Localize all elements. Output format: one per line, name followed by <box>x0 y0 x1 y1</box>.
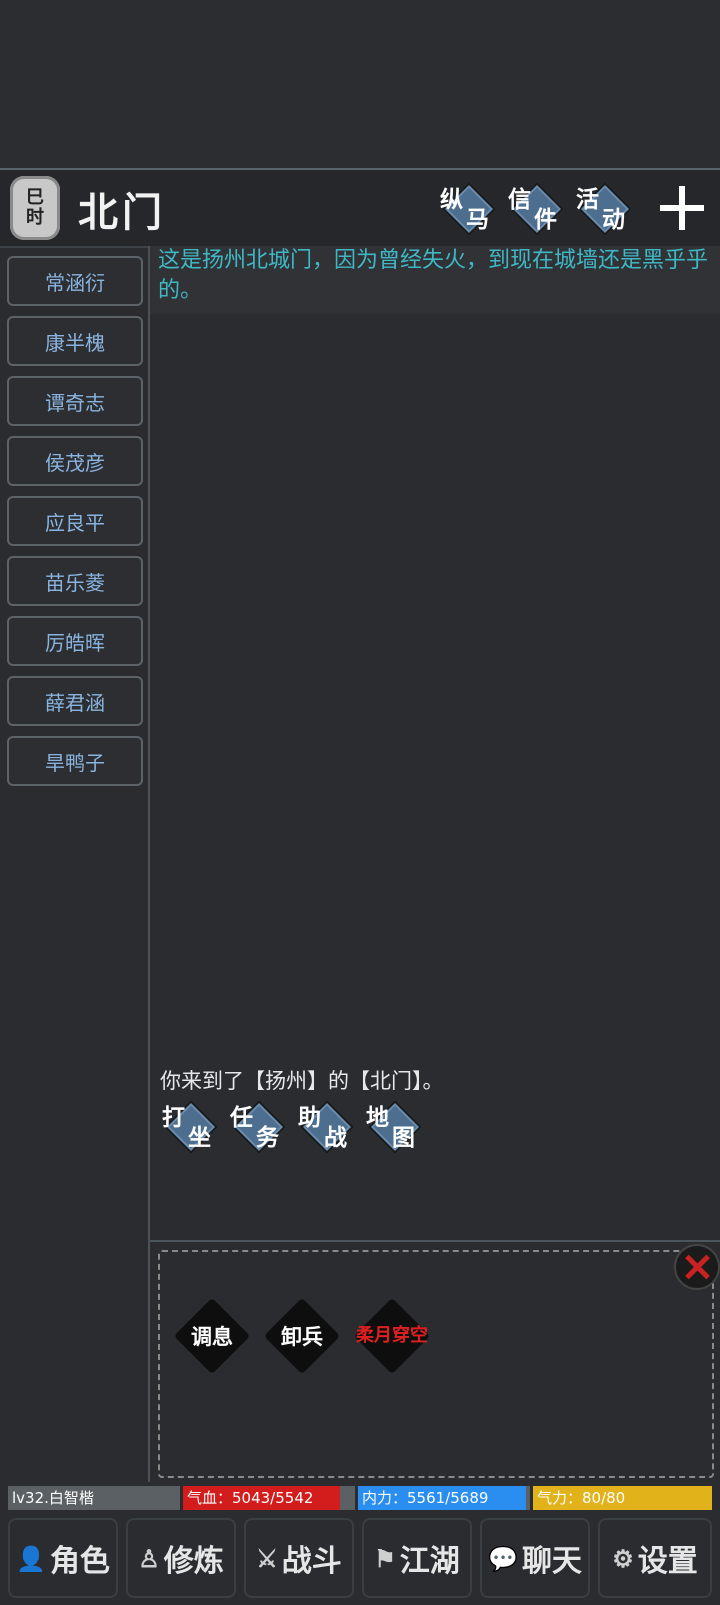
meditate-button[interactable]: 打 坐 <box>160 1098 220 1154</box>
npc-button[interactable]: 侯茂彦 <box>7 436 143 486</box>
nav-character[interactable]: 👤 角色 <box>8 1518 118 1598</box>
ride-horse-button[interactable]: 纵 马 <box>438 180 498 236</box>
time-char-2: 时 <box>26 207 44 228</box>
npc-button[interactable]: 薛君涵 <box>7 676 143 726</box>
location-header: 巳 时 北门 纵 马 信 件 活 动 <box>0 168 720 248</box>
gear-icon: ⚙ <box>612 1543 634 1573</box>
flag-icon: ⚑ <box>374 1543 396 1573</box>
location-description: 这是扬州北城门，因为曾经失火，到现在城墙还是黑乎乎的。 <box>150 246 720 314</box>
hp-bar: 气血：5043/5542 <box>183 1486 355 1510</box>
bottom-nav: 👤 角色 ♙ 修炼 ⚔ 战斗 ⚑ 江湖 💬 聊天 ⚙ 设置 <box>8 1518 712 1598</box>
npc-button[interactable]: 谭奇志 <box>7 376 143 426</box>
action-row: 打 坐 任 务 助 战 地 图 <box>160 1098 460 1158</box>
location-title: 北门 <box>78 189 166 236</box>
assist-battle-button[interactable]: 助 战 <box>296 1098 356 1154</box>
nav-chat[interactable]: 💬 聊天 <box>480 1518 590 1598</box>
nav-battle[interactable]: ⚔ 战斗 <box>244 1518 354 1598</box>
chat-icon: 💬 <box>488 1543 518 1573</box>
skill-disarm[interactable]: 卸兵 <box>262 1296 342 1376</box>
quest-button[interactable]: 任 务 <box>228 1098 288 1154</box>
npc-sidebar: 常涵衍 康半槐 谭奇志 侯茂彦 应良平 苗乐菱 厉皓晖 薛君涵 旱鸭子 <box>0 246 150 1482</box>
plus-icon[interactable] <box>660 186 704 230</box>
close-icon[interactable] <box>674 1244 720 1290</box>
top-blank-area <box>0 0 720 168</box>
nav-settings[interactable]: ⚙ 设置 <box>598 1518 712 1598</box>
npc-button[interactable]: 常涵衍 <box>7 256 143 306</box>
npc-button[interactable]: 旱鸭子 <box>7 736 143 786</box>
skill-soft-moon[interactable]: 柔月 穿空 <box>352 1296 432 1376</box>
log-message: 你来到了【扬州】的【北门】。 <box>160 1069 444 1093</box>
npc-button[interactable]: 应良平 <box>7 496 143 546</box>
npc-button[interactable]: 苗乐菱 <box>7 556 143 606</box>
npc-button[interactable]: 康半槐 <box>7 316 143 366</box>
qi-bar: 气力：80/80 <box>533 1486 712 1510</box>
sword-icon: ⚔ <box>256 1543 278 1573</box>
panel-divider <box>150 1240 720 1242</box>
nav-cultivate[interactable]: ♙ 修炼 <box>126 1518 236 1598</box>
meditate-icon: ♙ <box>138 1543 160 1573</box>
status-bars: lv32.白智楷 气血：5043/5542 内力：5561/5689 气力：80… <box>8 1486 712 1510</box>
npc-button[interactable]: 厉皓晖 <box>7 616 143 666</box>
mp-bar: 内力：5561/5689 <box>358 1486 530 1510</box>
time-lantern-icon: 巳 时 <box>10 176 60 240</box>
nav-jianghu[interactable]: ⚑ 江湖 <box>362 1518 472 1598</box>
person-icon: 👤 <box>16 1543 46 1573</box>
events-button[interactable]: 活 动 <box>574 180 634 236</box>
skill-regulate-breath[interactable]: 调息 <box>172 1296 252 1376</box>
map-button[interactable]: 地 图 <box>364 1098 424 1154</box>
time-char-1: 巳 <box>26 187 44 208</box>
player-name: lv32.白智楷 <box>8 1486 180 1510</box>
mail-button[interactable]: 信 件 <box>506 180 566 236</box>
